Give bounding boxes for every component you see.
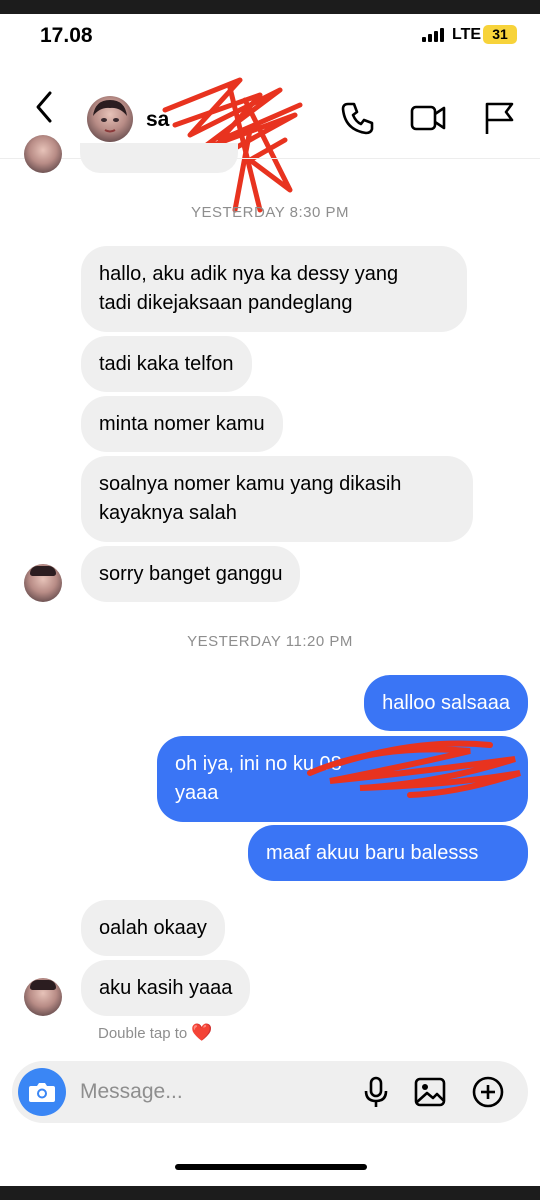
message-text: tadi kaka telfon: [99, 352, 234, 375]
bottom-frame-bar: [0, 1186, 540, 1200]
message-line: yaaa: [175, 782, 219, 804]
outgoing-message[interactable]: maaf akuu baru balesss: [248, 825, 528, 881]
sender-avatar[interactable]: [24, 564, 62, 602]
status-time: 17.08: [40, 24, 93, 47]
timestamp: YESTERDAY 11:20 PM: [187, 633, 353, 650]
message-line: soalnya nomer kamu yang dikasih: [99, 473, 402, 495]
outgoing-message[interactable]: halloo salsaaa: [364, 675, 528, 731]
phone-icon[interactable]: [340, 100, 376, 136]
message-text: sorry banget ganggu: [99, 562, 283, 585]
camera-button[interactable]: [18, 1068, 66, 1116]
heart-icon: ❤️: [191, 1023, 213, 1042]
message-line: hallo, aku adik nya ka dessy yang: [99, 263, 399, 285]
network-label: LTE: [452, 26, 482, 43]
incoming-message[interactable]: minta nomer kamu: [81, 396, 283, 452]
message-line: kayaknya salah: [99, 502, 237, 524]
reaction-hint-text: Double tap to: [98, 1025, 188, 1042]
incoming-message[interactable]: tadi kaka telfon: [81, 336, 252, 392]
partial-incoming-bubble: [80, 143, 238, 173]
add-icon[interactable]: [471, 1075, 505, 1109]
video-call-icon[interactable]: [410, 100, 446, 136]
contact-avatar[interactable]: [87, 96, 133, 142]
message-text: oalah okaay: [99, 916, 207, 939]
gallery-icon[interactable]: [413, 1075, 447, 1109]
message-text: halloo salsaaa: [382, 691, 510, 714]
camera-icon: [29, 1083, 55, 1102]
battery-indicator: 31: [483, 25, 517, 44]
incoming-message[interactable]: soalnya nomer kamu yang dikasih kayaknya…: [81, 456, 473, 542]
sender-avatar[interactable]: [24, 978, 62, 1016]
back-icon[interactable]: [30, 90, 60, 124]
incoming-message[interactable]: aku kasih yaaa: [81, 960, 251, 1016]
microphone-icon[interactable]: [359, 1075, 393, 1109]
message-text: maaf akuu baru balesss: [266, 841, 479, 864]
incoming-message[interactable]: sorry banget ganggu: [81, 546, 301, 602]
message-text: minta nomer kamu: [99, 412, 265, 435]
message-line: tadi dikejaksaan pandeglang: [99, 292, 353, 314]
flag-icon[interactable]: [482, 100, 518, 136]
home-indicator: [175, 1164, 367, 1170]
phone-number-redaction-scribble: [307, 740, 521, 798]
top-frame-bar: [0, 0, 540, 14]
signal-icon: [422, 28, 446, 42]
partial-avatar: [24, 135, 62, 173]
message-text: aku kasih yaaa: [99, 976, 233, 999]
timestamp: YESTERDAY 8:30 PM: [190, 204, 349, 221]
incoming-message[interactable]: oalah okaay: [81, 900, 225, 956]
reaction-hint: Double tap to ❤️: [98, 1023, 213, 1043]
incoming-message[interactable]: hallo, aku adik nya ka dessy yang tadi d…: [81, 246, 467, 332]
message-input[interactable]: [80, 1076, 330, 1108]
